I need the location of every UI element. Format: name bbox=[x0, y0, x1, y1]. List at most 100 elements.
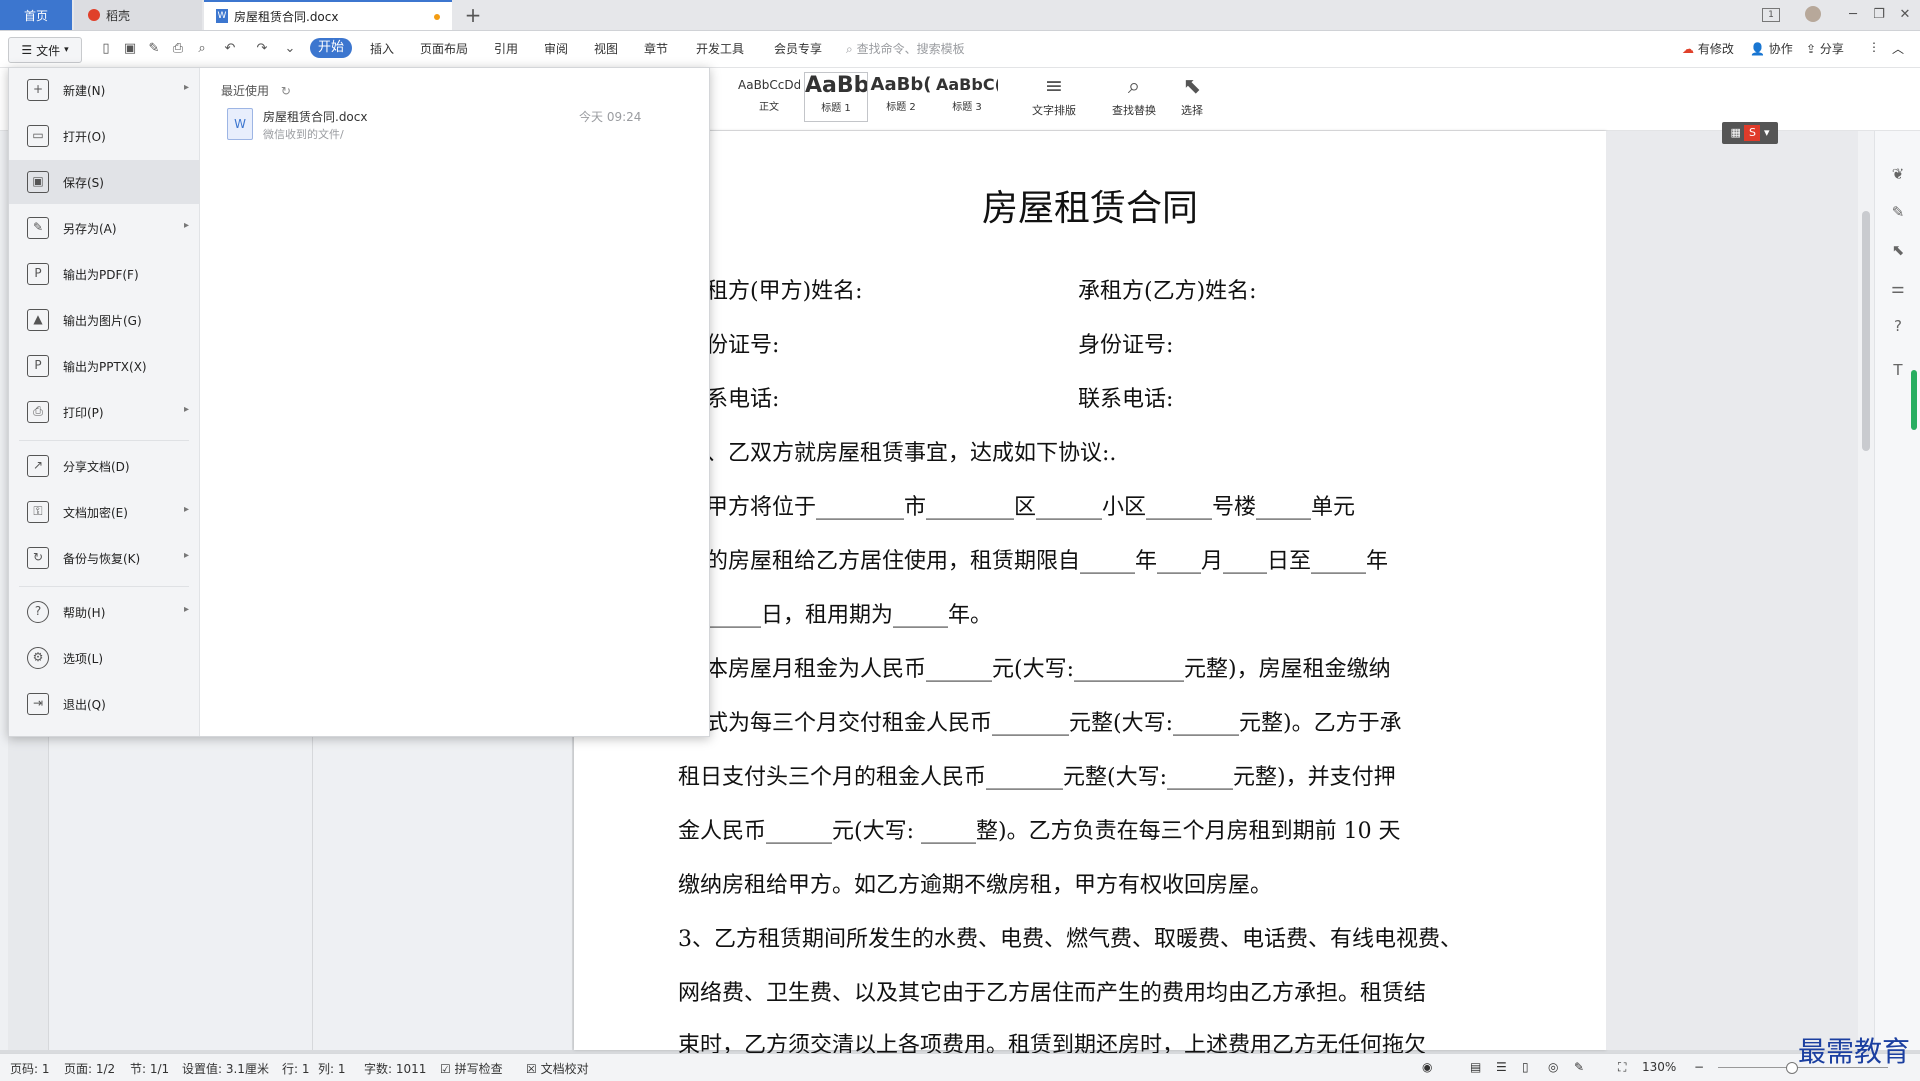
menu-help[interactable]: ? 帮助(H) ▸ bbox=[9, 590, 199, 634]
find-replace-button[interactable]: ⌕ 查找替换 bbox=[1106, 72, 1162, 118]
web-view-icon[interactable]: ◎ bbox=[1548, 1060, 1558, 1074]
new-file-icon[interactable]: ▯ bbox=[98, 41, 114, 57]
outline-view-icon[interactable]: ☰ bbox=[1496, 1060, 1507, 1074]
zoom-slider-thumb[interactable] bbox=[1786, 1062, 1798, 1074]
tab-page-layout[interactable]: 页面布局 bbox=[420, 40, 468, 57]
close-button[interactable]: ✕ bbox=[1896, 6, 1914, 24]
tab-view[interactable]: 视图 bbox=[594, 40, 618, 57]
fit-page-icon[interactable]: ⛶ bbox=[1618, 1060, 1626, 1075]
menu-share[interactable]: ↗ 分享文档(D) bbox=[9, 444, 199, 488]
menu-open[interactable]: ▭ 打开(O) bbox=[9, 114, 199, 158]
vertical-scrollbar[interactable] bbox=[1858, 131, 1874, 1050]
style-heading-3[interactable]: AaBbC( 标题 3 bbox=[936, 72, 998, 120]
zoom-out-button[interactable]: − bbox=[1694, 1060, 1704, 1074]
doc-line-clause3-b: 网络费、卫生费、以及其它由于乙方居住而产生的费用均由乙方承担。租赁结 bbox=[678, 981, 1427, 1006]
page-view-icon[interactable]: ▤ bbox=[1470, 1060, 1481, 1074]
write-view-icon[interactable]: ✎ bbox=[1574, 1060, 1584, 1074]
tab-start[interactable]: 开始 bbox=[310, 38, 352, 58]
menu-options[interactable]: ⚙ 选项(L) bbox=[9, 636, 199, 680]
status-setting[interactable]: 设置值: 3.1厘米 bbox=[182, 1060, 269, 1077]
tab-daoke[interactable]: 稻壳 bbox=[74, 0, 202, 30]
menu-print[interactable]: ⎙ 打印(P) ▸ bbox=[9, 390, 199, 434]
tab-developer[interactable]: 开发工具 bbox=[696, 40, 744, 57]
menu-separator bbox=[19, 440, 189, 441]
minimize-button[interactable]: ─ bbox=[1844, 6, 1862, 24]
print-quick-icon[interactable]: ⎙ bbox=[170, 41, 186, 57]
select-label: 选择 bbox=[1181, 104, 1203, 117]
menu-save-as[interactable]: ✎ 另存为(A) ▸ bbox=[9, 206, 199, 250]
zoom-level[interactable]: 130% bbox=[1642, 1060, 1676, 1074]
spell-check-toggle[interactable]: ☑ 拼写检查 bbox=[440, 1060, 503, 1077]
user-avatar[interactable] bbox=[1804, 6, 1822, 24]
doc-line-clause1-c: _____日，租用期为_____年。 bbox=[706, 603, 993, 628]
style-heading-1[interactable]: AaBb 标题 1 bbox=[804, 72, 868, 122]
recent-file-item[interactable]: W 房屋租赁合同.docx 微信收到的文件/ 今天 09:24 bbox=[227, 106, 647, 146]
recent-header: 最近使用 ↻ bbox=[221, 82, 291, 99]
pen-icon[interactable]: ✎ bbox=[1889, 203, 1907, 221]
reading-view-icon[interactable]: ▯ bbox=[1522, 1060, 1529, 1074]
tab-document[interactable]: W 房屋租赁合同.docx bbox=[204, 0, 452, 30]
tab-home[interactable]: 首页 bbox=[0, 0, 72, 30]
refresh-icon[interactable]: ↻ bbox=[281, 84, 291, 98]
status-col[interactable]: 列: 1 bbox=[318, 1060, 346, 1077]
adjust-icon[interactable]: ⚌ bbox=[1889, 279, 1907, 297]
help-side-icon[interactable]: ? bbox=[1889, 317, 1907, 335]
tab-insert[interactable]: 插入 bbox=[370, 40, 394, 57]
more-quick-icon[interactable]: ⌄ bbox=[282, 41, 298, 57]
status-section[interactable]: 节: 1/1 bbox=[130, 1060, 169, 1077]
doc-line-clause1-a: 甲方将位于________市________区______小区______号楼_… bbox=[706, 495, 1356, 520]
menu-new[interactable]: + 新建(N) ▸ bbox=[9, 68, 199, 112]
save-as-icon: ✎ bbox=[27, 217, 49, 239]
menu-separator bbox=[19, 586, 189, 587]
format-painter-icon[interactable]: ✎ bbox=[146, 41, 162, 57]
menu-encrypt[interactable]: ⚿ 文档加密(E) ▸ bbox=[9, 490, 199, 534]
file-menu-button[interactable]: ☰ 文件 ▾ bbox=[8, 37, 82, 63]
spell-check-label: 拼写检查 bbox=[454, 1062, 503, 1076]
select-button[interactable]: ⬉ 选择 bbox=[1164, 72, 1220, 118]
status-pages[interactable]: 页面: 1/2 bbox=[64, 1060, 115, 1077]
collapse-ribbon-icon[interactable]: ︿ bbox=[1892, 40, 1904, 57]
doc-proofread-button[interactable]: ☒ 文档校对 bbox=[526, 1060, 589, 1077]
menu-export-pdf[interactable]: P 输出为PDF(F) bbox=[9, 252, 199, 296]
eye-protect-icon[interactable]: ◉ bbox=[1422, 1060, 1432, 1074]
submenu-arrow-icon: ▸ bbox=[183, 220, 189, 231]
tab-member[interactable]: 会员专享 bbox=[774, 40, 822, 57]
more-options-icon[interactable]: ⋮ bbox=[1868, 40, 1880, 54]
tab-review[interactable]: 审阅 bbox=[544, 40, 568, 57]
command-search[interactable]: ⌕ 查找命令、搜索模板 bbox=[846, 40, 965, 57]
status-word-count[interactable]: 字数: 1011 bbox=[364, 1060, 426, 1077]
text-side-icon[interactable]: T bbox=[1889, 361, 1907, 379]
redo-icon[interactable]: ↷ bbox=[254, 41, 270, 57]
submenu-arrow-icon: ▸ bbox=[183, 404, 189, 415]
share-button[interactable]: ⇪ 分享 bbox=[1806, 40, 1844, 57]
menu-export-pdf-label: 输出为PDF(F) bbox=[63, 267, 139, 282]
scrollbar-thumb[interactable] bbox=[1862, 211, 1870, 451]
ime-toolbar[interactable]: ▦ S ▾ bbox=[1722, 122, 1778, 144]
menu-exit[interactable]: ⇥ 退出(Q) bbox=[9, 682, 199, 726]
status-page-number[interactable]: 页码: 1 bbox=[10, 1060, 50, 1077]
window-count-badge[interactable]: 1 bbox=[1762, 8, 1780, 22]
tab-references[interactable]: 引用 bbox=[494, 40, 518, 57]
encrypt-icon: ⚿ bbox=[27, 501, 49, 523]
save-quick-icon[interactable]: ▣ bbox=[122, 41, 138, 57]
undo-icon[interactable]: ↶ bbox=[222, 41, 238, 57]
style-normal[interactable]: AaBbCcDd 正文 bbox=[738, 72, 800, 120]
style-heading-2[interactable]: AaBb( 标题 2 bbox=[870, 72, 932, 120]
modified-button[interactable]: ☁ 有修改 bbox=[1682, 40, 1734, 57]
menu-backup[interactable]: ↻ 备份与恢复(K) ▸ bbox=[9, 536, 199, 580]
text-layout-button[interactable]: ≡ 文字排版 bbox=[1026, 72, 1082, 118]
menu-save[interactable]: ▣ 保存(S) bbox=[9, 160, 199, 204]
menu-export-pptx[interactable]: P 输出为PPTX(X) bbox=[9, 344, 199, 388]
document-page[interactable]: 房屋租赁合同 租方(甲方)姓名: 承租方(乙方)姓名: 份证号: 身份证号: 系… bbox=[574, 131, 1606, 1058]
menu-export-image[interactable]: ▲ 输出为图片(G) bbox=[9, 298, 199, 342]
status-row[interactable]: 行: 1 bbox=[282, 1060, 310, 1077]
save-icon: ▣ bbox=[27, 171, 49, 193]
select-pointer-icon[interactable]: ⬉ bbox=[1889, 241, 1907, 259]
print-preview-icon[interactable]: ⌕ bbox=[194, 41, 210, 57]
new-tab-button[interactable]: + bbox=[462, 4, 484, 26]
style-panel-icon[interactable]: ❦ bbox=[1889, 165, 1907, 183]
restore-button[interactable]: ❐ bbox=[1870, 6, 1888, 24]
collab-button[interactable]: 👤 协作 bbox=[1750, 40, 1793, 57]
tab-chapter[interactable]: 章节 bbox=[644, 40, 668, 57]
submenu-arrow-icon: ▸ bbox=[183, 504, 189, 515]
